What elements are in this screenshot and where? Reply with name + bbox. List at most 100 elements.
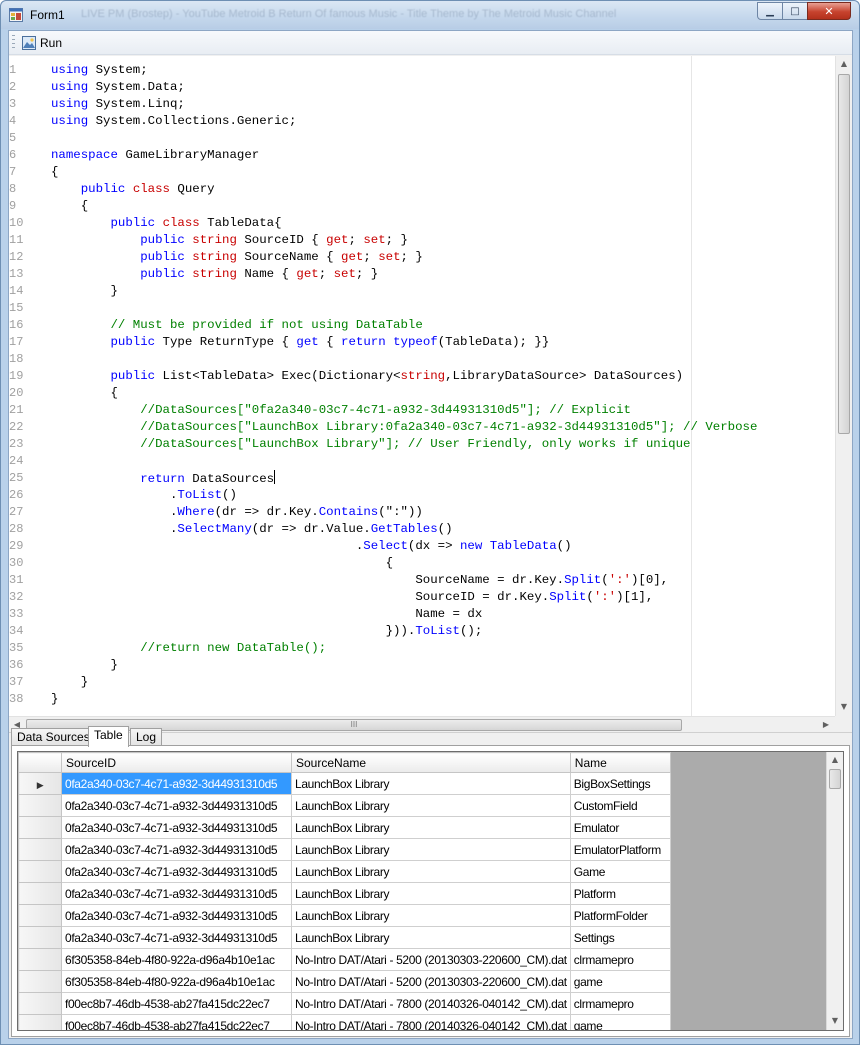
tab-table[interactable]: Table — [88, 726, 129, 747]
cell-sourceid[interactable]: 6f305358-84eb-4f80-922a-d96a4b10e1ac — [61, 970, 292, 993]
minimize-button[interactable]: ▁ — [757, 2, 783, 20]
column-header-name[interactable]: Name — [569, 752, 671, 773]
table-row[interactable]: 0fa2a340-03c7-4c71-a932-3d44931310d5 Laun… — [18, 794, 671, 817]
table-row[interactable]: 0fa2a340-03c7-4c71-a932-3d44931310d5 Laun… — [18, 860, 671, 883]
code-line[interactable]: 13 public string Name { get; set; } — [9, 266, 835, 283]
cell-name[interactable]: PlatformFolder — [569, 904, 671, 927]
table-row[interactable]: 0fa2a340-03c7-4c71-a932-3d44931310d5 Laun… — [18, 904, 671, 927]
code-line[interactable]: 29 .Select(dx => new TableData() — [9, 538, 835, 555]
close-button[interactable]: ✕ — [807, 2, 851, 20]
row-header[interactable] — [18, 948, 62, 971]
cell-name[interactable]: EmulatorPlatform — [569, 838, 671, 861]
code-line[interactable]: 10 public class TableData{ — [9, 215, 835, 232]
code-line[interactable]: 37 } — [9, 674, 835, 691]
row-header[interactable] — [18, 992, 62, 1015]
code-line[interactable]: 15 — [9, 300, 835, 317]
scroll-up-arrow-icon[interactable]: ▲ — [836, 56, 852, 72]
code-line[interactable]: 33 Name = dx — [9, 606, 835, 623]
code-line[interactable]: 16 // Must be provided if not using Data… — [9, 317, 835, 334]
code-line[interactable]: 24 — [9, 453, 835, 470]
grid-vertical-scrollbar[interactable]: ▲ ▼ — [826, 752, 843, 1030]
column-header-sourceid[interactable]: SourceID — [61, 752, 292, 773]
code-line[interactable]: 14 } — [9, 283, 835, 300]
code-line[interactable]: 36 } — [9, 657, 835, 674]
code-line[interactable]: 23 //DataSources["LaunchBox Library"]; /… — [9, 436, 835, 453]
code-editor[interactable]: 1 using System; 2 using System.Data; 3 using … — [9, 56, 852, 733]
cell-sourceid[interactable]: 0fa2a340-03c7-4c71-a932-3d44931310d5 — [61, 860, 292, 883]
cell-sourceid[interactable]: 0fa2a340-03c7-4c71-a932-3d44931310d5 — [61, 772, 292, 795]
row-header[interactable] — [18, 838, 62, 861]
cell-sourceid[interactable]: 0fa2a340-03c7-4c71-a932-3d44931310d5 — [61, 926, 292, 949]
code-line[interactable]: 7{ — [9, 164, 835, 181]
cell-sourceid[interactable]: 0fa2a340-03c7-4c71-a932-3d44931310d5 — [61, 882, 292, 905]
results-data-grid[interactable]: SourceID SourceName Name ▶ 0fa2a340-03c7-… — [17, 751, 844, 1031]
cell-name[interactable]: game — [569, 1014, 671, 1030]
grid-scroll-up-arrow-icon[interactable]: ▲ — [827, 752, 843, 768]
code-line[interactable]: 34 })).ToList(); — [9, 623, 835, 640]
cell-name[interactable]: clrmamepro — [569, 948, 671, 971]
cell-sourcename[interactable]: LaunchBox Library — [291, 772, 571, 795]
cell-name[interactable]: BigBoxSettings — [569, 772, 671, 795]
cell-sourcename[interactable]: LaunchBox Library — [291, 882, 571, 905]
code-line[interactable]: 12 public string SourceName { get; set; … — [9, 249, 835, 266]
cell-sourcename[interactable]: No-Intro DAT/Atari - 7800 (20140326-0401… — [291, 992, 571, 1015]
code-line[interactable]: 9 { — [9, 198, 835, 215]
cell-sourceid[interactable]: f00ec8b7-46db-4538-ab27fa415dc22ec7 — [61, 1014, 292, 1030]
table-row[interactable]: 0fa2a340-03c7-4c71-a932-3d44931310d5 Laun… — [18, 926, 671, 949]
row-header[interactable] — [18, 816, 62, 839]
code-line[interactable]: 25 return DataSources — [9, 470, 835, 487]
table-row[interactable]: 6f305358-84eb-4f80-922a-d96a4b10e1ac No-I… — [18, 948, 671, 971]
code-line[interactable]: 6 namespace GameLibraryManager — [9, 147, 835, 164]
cell-sourcename[interactable]: No-Intro DAT/Atari - 5200 (20130303-2206… — [291, 948, 571, 971]
tab-data-sources[interactable]: Data Sources — [11, 728, 96, 746]
toolbar-grip[interactable] — [12, 35, 15, 51]
code-line[interactable]: 3 using System.Linq; — [9, 96, 835, 113]
table-row[interactable]: f00ec8b7-46db-4538-ab27fa415dc22ec7 No-In… — [18, 992, 671, 1015]
table-row[interactable]: 0fa2a340-03c7-4c71-a932-3d44931310d5 Laun… — [18, 816, 671, 839]
cell-sourceid[interactable]: 0fa2a340-03c7-4c71-a932-3d44931310d5 — [61, 816, 292, 839]
code-line[interactable]: 21 //DataSources["0fa2a340-03c7-4c71-a93… — [9, 402, 835, 419]
cell-sourcename[interactable]: LaunchBox Library — [291, 926, 571, 949]
table-row[interactable]: ▶ 0fa2a340-03c7-4c71-a932-3d44931310d5 Lau… — [18, 772, 671, 795]
grid-scroll-down-arrow-icon[interactable]: ▼ — [827, 1013, 843, 1029]
row-header[interactable] — [18, 882, 62, 905]
code-line[interactable]: 20 { — [9, 385, 835, 402]
code-line[interactable]: 17 public Type ReturnType { get { return… — [9, 334, 835, 351]
column-header-sourcename[interactable]: SourceName — [291, 752, 571, 773]
code-line[interactable]: 19 public List<TableData> Exec(Dictionar… — [9, 368, 835, 385]
code-line[interactable]: 22 //DataSources["LaunchBox Library:0fa2… — [9, 419, 835, 436]
row-header[interactable] — [18, 1014, 62, 1030]
cell-sourcename[interactable]: LaunchBox Library — [291, 816, 571, 839]
code-line[interactable]: 4 using System.Collections.Generic; — [9, 113, 835, 130]
cell-sourcename[interactable]: LaunchBox Library — [291, 904, 571, 927]
row-header[interactable] — [18, 970, 62, 993]
cell-sourceid[interactable]: 6f305358-84eb-4f80-922a-d96a4b10e1ac — [61, 948, 292, 971]
code-line[interactable]: 38} — [9, 691, 835, 708]
code-line[interactable]: 32 SourceID = dr.Key.Split(':')[1], — [9, 589, 835, 606]
code-line[interactable]: 1 using System; — [9, 62, 835, 79]
cell-sourcename[interactable]: LaunchBox Library — [291, 794, 571, 817]
cell-sourceid[interactable]: f00ec8b7-46db-4538-ab27fa415dc22ec7 — [61, 992, 292, 1015]
row-header[interactable] — [18, 794, 62, 817]
cell-sourcename[interactable]: No-Intro DAT/Atari - 5200 (20130303-2206… — [291, 970, 571, 993]
editor-vscroll-thumb[interactable] — [838, 74, 850, 434]
row-header[interactable]: ▶ — [18, 772, 62, 795]
cell-name[interactable]: Game — [569, 860, 671, 883]
scroll-down-arrow-icon[interactable]: ▼ — [836, 699, 852, 715]
code-line[interactable]: 26 .ToList() — [9, 487, 835, 504]
editor-vertical-scrollbar[interactable]: ▲ ▼ — [835, 56, 852, 716]
cell-name[interactable]: Platform — [569, 882, 671, 905]
code-line[interactable]: 5 — [9, 130, 835, 147]
table-row[interactable]: 6f305358-84eb-4f80-922a-d96a4b10e1ac No-I… — [18, 970, 671, 993]
cell-name[interactable]: Settings — [569, 926, 671, 949]
cell-sourceid[interactable]: 0fa2a340-03c7-4c71-a932-3d44931310d5 — [61, 794, 292, 817]
code-line[interactable]: 28 .SelectMany(dr => dr.Value.GetTables(… — [9, 521, 835, 538]
row-header[interactable] — [18, 860, 62, 883]
cell-sourcename[interactable]: LaunchBox Library — [291, 860, 571, 883]
cell-name[interactable]: CustomField — [569, 794, 671, 817]
cell-name[interactable]: clrmamepro — [569, 992, 671, 1015]
cell-sourceid[interactable]: 0fa2a340-03c7-4c71-a932-3d44931310d5 — [61, 838, 292, 861]
tab-log[interactable]: Log — [130, 728, 163, 746]
code-line[interactable]: 8 public class Query — [9, 181, 835, 198]
grid-vscroll-thumb[interactable] — [829, 769, 841, 789]
